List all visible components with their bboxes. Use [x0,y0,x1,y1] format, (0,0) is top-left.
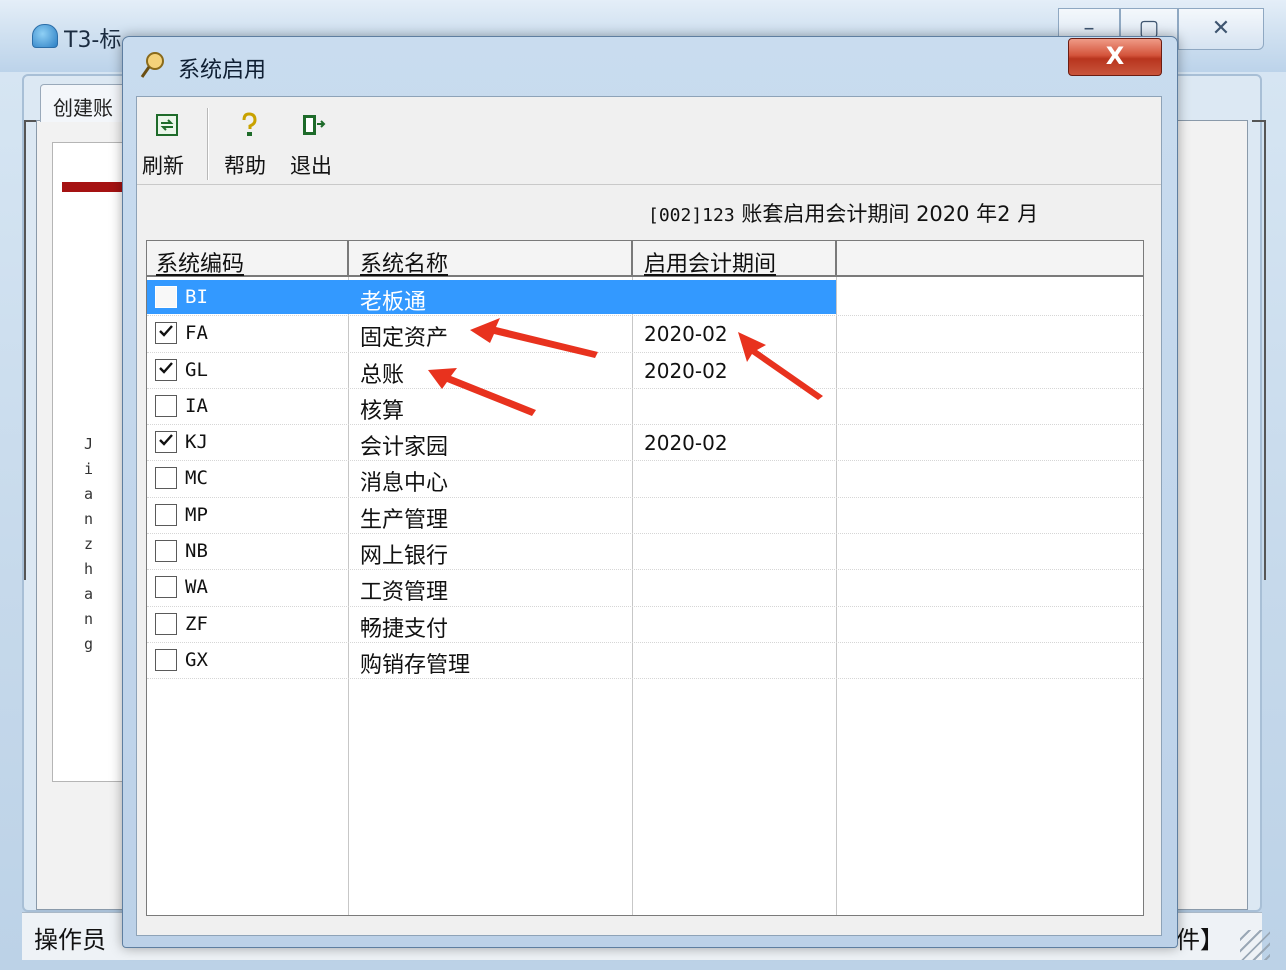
enable-checkbox[interactable] [155,612,177,635]
help-icon [242,112,257,136]
system-name: 畅捷支付 [360,616,449,642]
table-row[interactable]: BI 老板通 [147,280,1143,317]
account-period-info: [002]123 账套启用会计期间 2020 年2 月 [648,198,1038,228]
background-vertical-text: Jianzhang [84,435,94,653]
refresh-button[interactable]: 刷新 [140,104,202,182]
system-code: KJ [185,431,208,454]
column-header-name[interactable]: 系统名称 [360,246,448,278]
checkmark-icon [159,434,173,446]
enable-checkbox[interactable] [155,648,177,671]
app-logo-icon [32,24,58,48]
table-row[interactable]: NB 网上银行 [147,534,1143,571]
enable-checkbox[interactable] [155,576,177,599]
table-row[interactable]: WA 工资管理 [147,570,1143,607]
table-row[interactable]: FA 固定资产 2020-02 [147,316,1143,353]
system-code: IA [185,394,208,417]
system-name: 总账 [360,362,405,388]
background-red-bar [62,182,128,192]
enable-checkbox[interactable] [155,358,177,381]
table-row[interactable]: MC 消息中心 [147,461,1143,498]
system-name: 工资管理 [360,580,449,606]
enable-checkbox[interactable] [155,431,177,454]
system-code: ZF [185,612,208,635]
table-body: BI 老板通 FA 固定资产 2020-02 GL 总账 2020-02 IA 核算 KJ 会计家园 2… [147,280,1143,680]
help-label: 帮助 [224,154,266,178]
system-name: 购销存管理 [360,652,471,678]
enable-checkbox[interactable] [155,322,177,345]
system-code: BI [185,286,208,308]
tab-create-account-label: 创建账 [53,96,113,120]
table-row[interactable]: KJ 会计家园 2020-02 [147,425,1143,462]
refresh-icon [156,114,178,136]
row-selection-highlight [147,280,836,314]
table-row[interactable]: ZF 畅捷支付 [147,607,1143,643]
exit-button[interactable]: 退出 [288,104,346,182]
header-divider[interactable] [631,241,633,277]
header-divider[interactable] [835,241,837,277]
system-code: FA [185,322,208,345]
help-button[interactable]: 帮助 [222,104,280,182]
column-header-code[interactable]: 系统编码 [156,246,244,278]
system-code: MC [185,467,208,490]
account-period-text: 账套启用会计期间 2020 年2 月 [741,202,1039,226]
enable-period: 2020-02 [644,358,728,383]
system-code: MP [185,503,208,526]
table-row[interactable]: GL 总账 2020-02 [147,353,1143,389]
system-name: 老板通 [360,290,427,315]
status-tail-label: 件】 [1176,926,1224,954]
search-icon [140,52,164,78]
dialog-title: 系统启用 [178,58,267,83]
table-row[interactable]: IA 核算 [147,389,1143,426]
checkmark-icon [159,325,173,338]
status-operator-label: 操作员 [34,926,106,954]
system-code: WA [185,576,208,599]
toolbar-separator [207,108,209,180]
dialog-close-button[interactable]: X [1068,38,1162,76]
enable-checkbox[interactable] [155,394,177,417]
exit-label: 退出 [290,154,332,178]
account-set-code: [002]123 [648,205,735,226]
exit-door-icon [303,115,326,135]
table-row[interactable]: GX 购销存管理 [147,643,1143,680]
refresh-label: 刷新 [142,154,184,178]
column-header-period[interactable]: 启用会计期间 [644,246,776,278]
system-code: GL [185,358,208,381]
enable-checkbox[interactable] [155,540,177,563]
system-name: 会计家园 [360,435,449,461]
system-code: GX [185,648,208,671]
background-close-button[interactable]: ✕ [1178,8,1264,50]
resize-grip-icon[interactable] [1240,930,1270,960]
enable-period: 2020-02 [644,431,728,456]
system-name: 消息中心 [360,471,449,497]
background-right-frame [1252,120,1266,580]
background-app-title: T3-标 [64,28,122,53]
table-row[interactable]: MP 生产管理 [147,498,1143,535]
header-divider[interactable] [347,241,349,277]
system-name: 生产管理 [360,507,449,533]
system-code: NB [185,540,208,563]
enable-checkbox[interactable] [155,467,177,490]
enable-period: 2020-02 [644,322,728,347]
enable-checkbox[interactable] [155,286,177,308]
checkmark-icon [159,361,173,374]
system-name: 核算 [360,398,405,424]
system-name: 固定资产 [360,326,449,352]
system-name: 网上银行 [360,544,449,570]
enable-checkbox[interactable] [155,503,177,526]
